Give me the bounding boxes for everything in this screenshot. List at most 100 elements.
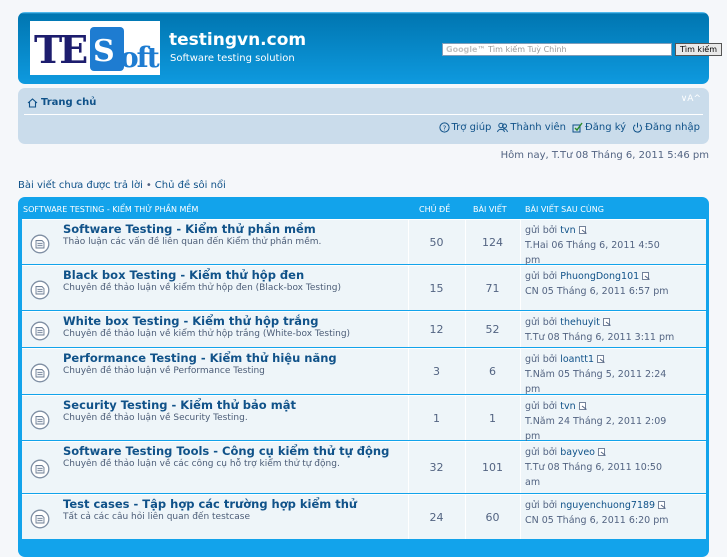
forum-description: Chuyên đề thảo luận về Security Testing. [63, 413, 248, 423]
search-button[interactable]: Tìm kiếm [675, 43, 722, 56]
last-post-info: gửi bởi nguyenchuong7189 CN 05 Tháng 6, 2… [525, 498, 705, 528]
forum-row[interactable]: Performance Testing - Kiểm thử hiệu năng… [22, 348, 706, 397]
members-label: Thành viên [510, 122, 566, 133]
last-post-info: gửi bởi PhuongDong101 CN 05 Tháng 6, 2011… [525, 269, 705, 299]
cell-divider [520, 495, 521, 539]
forum-read-icon [30, 459, 50, 482]
home-icon [27, 97, 38, 108]
svg-text:S: S [93, 34, 115, 69]
help-icon: ? [438, 122, 450, 133]
col-last-post-header: Bài viết sau cùng [525, 205, 604, 214]
font-resize-control[interactable]: ∨A^ [681, 94, 701, 104]
nav-divider [24, 114, 703, 115]
forum-title-link[interactable]: Security Testing - Kiểm thử bảo mật [63, 398, 296, 412]
view-latest-post-icon[interactable] [578, 402, 587, 410]
last-post-author-link[interactable]: bayveo [560, 447, 595, 458]
forum-row[interactable]: Test cases - Tập hợp các trường hợp kiểm… [22, 494, 706, 539]
cell-divider [520, 266, 521, 310]
site-logo[interactable]: TE S oft [30, 21, 160, 75]
forum-row[interactable]: Security Testing - Kiểm thử bảo mật Chuyê… [22, 395, 706, 442]
google-brand: Google [446, 45, 478, 54]
view-latest-post-icon[interactable] [578, 226, 587, 234]
nav-home-link[interactable]: Trang chủ [27, 97, 96, 108]
last-post-date-suffix: am [525, 477, 541, 488]
forum-read-icon [30, 363, 50, 386]
last-post-author-link[interactable]: thehuyit [560, 317, 600, 328]
quick-links: Bài viết chưa được trả lời • Chủ đề sôi nổ… [18, 180, 226, 191]
forum-row[interactable]: Software Testing - Kiểm thử phần mềm Thảo… [22, 219, 706, 266]
last-post-info: gửi bởi tvn T.Hai 06 Tháng 6, 2011 4:50 pm [525, 223, 705, 268]
category-title[interactable]: Software Testing - Kiểm thử phần mềm [23, 205, 198, 214]
last-post-date: T.Tư 08 Tháng 6, 2011 10:50 [525, 462, 663, 473]
last-post-author-link[interactable]: tvn [560, 225, 575, 236]
forum-description: Chuyên đề thảo luận về kiểm thử hộp trắn… [63, 329, 351, 339]
register-link[interactable]: Đăng ký [572, 122, 626, 133]
forum-list-header: Software Testing - Kiểm thử phần mềm Chủ… [18, 197, 709, 219]
login-icon [633, 122, 643, 133]
link-separator: • [145, 180, 152, 191]
site-description: Software testing solution [170, 53, 295, 64]
last-post-date: T.Hai 06 Tháng 6, 2011 4:50 [525, 240, 660, 251]
posted-by-label: gửi bởi [525, 225, 558, 236]
login-link[interactable]: Đăng nhập [632, 122, 700, 133]
last-post-date: CN 05 Tháng 6, 2011 6:57 pm [525, 286, 669, 297]
posted-by-label: gửi bởi [525, 317, 558, 328]
col-topics-header: Chủ đề [419, 205, 451, 214]
nav-home-label: Trang chủ [41, 97, 97, 108]
forum-title-link[interactable]: White box Testing - Kiểm thử hộp trắng [63, 314, 318, 328]
last-post-author-link[interactable]: PhuongDong101 [560, 271, 639, 282]
cell-divider [520, 220, 521, 264]
view-latest-post-icon[interactable] [642, 272, 650, 280]
posted-by-label: gửi bởi [525, 354, 558, 365]
last-post-author-link[interactable]: loantt1 [560, 354, 594, 365]
navbar: Trang chủ ∨A^ ? Trợ giúp Thành viên Đăng… [18, 88, 709, 144]
forum-title-link[interactable]: Black box Testing - Kiểm thử hộp đen [63, 268, 304, 282]
last-post-date: T.Tư 08 Tháng 6, 2011 3:11 pm [525, 332, 675, 343]
post-count: 124 [482, 236, 503, 249]
forum-title-link[interactable]: Software Testing - Kiểm thử phần mềm [63, 222, 316, 236]
site-title[interactable]: testingvn.com [169, 30, 306, 50]
view-latest-post-icon[interactable] [602, 318, 611, 326]
forum-description: Tất cả các câu hỏi liên quan đến testcas… [63, 512, 250, 522]
forum-title-link[interactable]: Test cases - Tập hợp các trường hợp kiểm… [63, 497, 357, 511]
svg-text:TE: TE [34, 27, 87, 72]
view-latest-post-icon[interactable] [597, 355, 605, 363]
view-latest-post-icon[interactable] [658, 501, 666, 509]
cell-divider [520, 349, 521, 394]
topic-count: 50 [429, 236, 444, 249]
topic-count: 3 [433, 365, 440, 378]
help-link[interactable]: ? Trợ giúp [438, 122, 492, 133]
forum-description: Chuyên đề thảo luận về Performance Testi… [63, 366, 265, 376]
last-post-author-link[interactable]: tvn [560, 401, 575, 412]
search-input[interactable]: Google™ Tìm kiếm Tuỳ Chỉnh [442, 43, 672, 56]
login-label: Đăng nhập [645, 122, 700, 133]
forum-row[interactable]: Software Testing Tools - Công cụ kiểm th… [22, 441, 706, 493]
last-post-info: gửi bởi thehuyit T.Tư 08 Tháng 6, 2011 3:… [525, 315, 705, 345]
forum-description: Chuyên đề thảo luận về các công cụ hỗ tr… [63, 459, 340, 469]
active-topics-link[interactable]: Chủ đề sôi nổi [155, 180, 226, 191]
last-post-info: gửi bởi loantt1 T.Năm 05 Tháng 5, 2011 2:… [525, 352, 705, 397]
current-date: Hôm nay, T.Tư 08 Tháng 6, 2011 5:46 pm [500, 150, 709, 161]
last-post-author-link[interactable]: nguyenchuong7189 [560, 500, 655, 511]
help-label: Trợ giúp [451, 122, 492, 133]
forum-list-panel: Software Testing - Kiểm thử phần mềm Chủ… [18, 197, 709, 557]
post-count: 52 [485, 323, 500, 336]
view-latest-post-icon[interactable] [598, 448, 606, 456]
forum-title-link[interactable]: Software Testing Tools - Công cụ kiểm th… [63, 444, 389, 458]
cell-divider [520, 396, 521, 440]
last-post-date: CN 05 Tháng 6, 2011 6:20 pm [525, 515, 669, 526]
search-placeholder: Tìm kiếm Tuỳ Chỉnh [488, 45, 567, 54]
post-count: 71 [485, 282, 500, 295]
forum-row[interactable]: White box Testing - Kiểm thử hộp trắng Ch… [22, 311, 706, 347]
members-icon [497, 122, 509, 133]
forum-read-icon [30, 280, 50, 303]
forum-row[interactable]: Black box Testing - Kiểm thử hộp đen Chuy… [22, 265, 706, 310]
members-link[interactable]: Thành viên [497, 122, 566, 133]
last-post-date: T.Năm 05 Tháng 5, 2011 2:24 [525, 369, 667, 380]
unanswered-posts-link[interactable]: Bài viết chưa được trả lời [18, 180, 143, 191]
topic-count: 12 [429, 323, 444, 336]
topic-count: 24 [429, 511, 444, 524]
posted-by-label: gửi bởi [525, 401, 558, 412]
topic-count: 15 [429, 282, 444, 295]
forum-title-link[interactable]: Performance Testing - Kiểm thử hiệu năng [63, 351, 337, 365]
